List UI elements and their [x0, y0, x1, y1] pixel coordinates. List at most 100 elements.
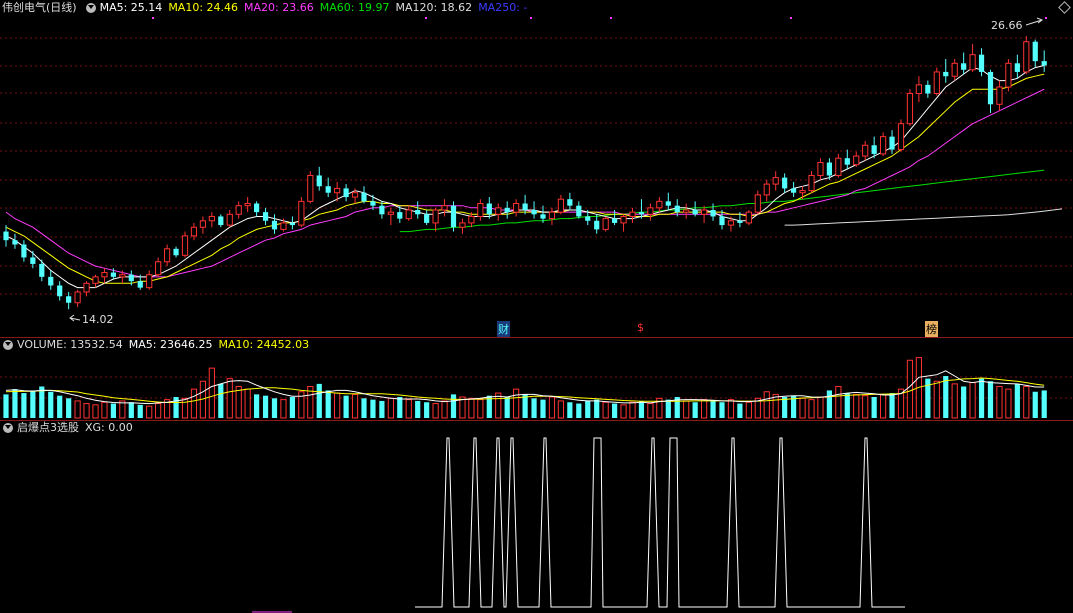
volume-bar — [844, 393, 850, 418]
event-mark-dollar[interactable]: $ — [637, 321, 644, 334]
candle-body — [128, 274, 134, 282]
candle-body — [880, 136, 887, 155]
volume-bar — [226, 378, 233, 419]
candle-body — [1014, 63, 1020, 72]
candle-body — [522, 203, 528, 210]
candle-body — [39, 263, 45, 277]
candle-body — [629, 211, 636, 217]
chevron-down-icon[interactable] — [85, 3, 96, 13]
top-dot — [152, 17, 154, 19]
legend-ma120: MA120: 18.62 — [395, 1, 473, 14]
volume-bar — [208, 367, 215, 419]
volume-bar — [379, 400, 385, 418]
volume-bar — [468, 397, 475, 419]
candle-body — [235, 205, 242, 215]
candle-body — [316, 175, 322, 187]
candle-body — [763, 183, 770, 196]
event-mark-rank[interactable]: 榜 — [925, 321, 938, 337]
volume-bar — [817, 396, 824, 419]
candle-body — [208, 215, 215, 222]
volume-bar — [782, 397, 788, 418]
top-dot — [1045, 17, 1047, 19]
candle-body — [30, 257, 36, 264]
candle-body — [370, 201, 376, 206]
candle-body — [817, 162, 824, 176]
ma20-line — [5, 88, 1045, 278]
candle-body — [83, 282, 90, 293]
candle-body — [48, 276, 54, 286]
volume-bar — [513, 388, 520, 419]
candle-body — [379, 205, 385, 215]
volume-bar — [119, 400, 126, 419]
event-mark-finance[interactable]: 财 — [497, 321, 510, 337]
indicator-panel[interactable]: 启爆点3选股 XG: 0.00 — [0, 420, 1073, 613]
candle-body — [585, 216, 591, 221]
candle-body — [745, 211, 752, 224]
candle-body — [567, 199, 573, 206]
legend-vol-ma5: MA5: 23646.25 — [128, 338, 213, 351]
chevron-down-icon[interactable] — [3, 340, 13, 350]
volume-bar — [933, 380, 940, 419]
volume-bar — [415, 400, 421, 418]
candle-body — [844, 158, 850, 165]
candle-body — [782, 177, 788, 189]
volume-bar — [271, 398, 278, 418]
volume-panel[interactable]: VOLUME: 13532.54 MA5: 23646.25 MA10: 244… — [0, 337, 1073, 420]
candle-body — [432, 209, 439, 224]
volume-bar — [880, 393, 887, 419]
candle-body — [737, 220, 743, 223]
price-legend: 伟创电气(日线) MA5: 25.14 MA10: 24.46 MA20: 23… — [0, 0, 533, 16]
candle-body — [692, 209, 698, 215]
volume-bar — [737, 403, 743, 418]
volume-bar — [629, 401, 636, 419]
high-arrow — [1025, 17, 1044, 26]
candle-body — [504, 207, 510, 213]
candle-body — [459, 222, 466, 228]
candle-body — [531, 209, 537, 215]
price-panel[interactable]: 伟创电气(日线) MA5: 25.14 MA10: 24.46 MA20: 23… — [0, 0, 1073, 337]
candle-body — [943, 71, 949, 77]
indicator-chart[interactable] — [0, 420, 1073, 613]
candle-body — [101, 272, 108, 278]
volume-bar — [548, 396, 556, 419]
volume-bar — [351, 393, 359, 419]
volume-bar — [906, 359, 914, 419]
candle-body — [996, 86, 1003, 105]
volume-bar — [719, 402, 725, 418]
volume-bar — [405, 399, 412, 419]
volume-bar — [137, 404, 143, 418]
candle-body — [835, 157, 842, 176]
volume-bar — [343, 395, 349, 418]
candle-body — [1023, 41, 1030, 73]
candle-body — [665, 201, 671, 206]
volume-bar — [477, 399, 484, 419]
volume-bar — [951, 383, 958, 419]
candle-body — [799, 190, 806, 194]
volume-bar — [853, 393, 860, 419]
legend-ma60: MA60: 19.97 — [319, 1, 390, 14]
volume-bar — [969, 382, 976, 419]
volume-bar — [961, 386, 967, 418]
candle-body — [969, 54, 976, 71]
candle-body — [334, 187, 341, 194]
xg-signal-line — [415, 437, 905, 608]
candle-body — [933, 71, 940, 95]
candle-body — [199, 220, 207, 228]
candle-body — [772, 177, 779, 185]
ma5-line — [5, 65, 1045, 289]
volume-bar — [602, 401, 609, 419]
candle-body — [146, 274, 153, 289]
candle-body — [343, 188, 349, 198]
candle-body — [110, 272, 116, 277]
high-price-label: 26.66 — [991, 19, 1023, 32]
candle-body — [1041, 61, 1047, 66]
volume-bar — [612, 403, 618, 418]
legend-ma5: MA5: 25.14 — [99, 1, 163, 14]
chevron-down-icon[interactable] — [3, 423, 13, 433]
volume-bar — [576, 403, 582, 418]
volume-bar — [254, 394, 260, 418]
volume-bar — [12, 389, 18, 418]
candlestick-chart[interactable] — [0, 0, 1073, 337]
legend-ma250: MA250: - — [478, 1, 528, 14]
candle-body — [307, 174, 314, 202]
